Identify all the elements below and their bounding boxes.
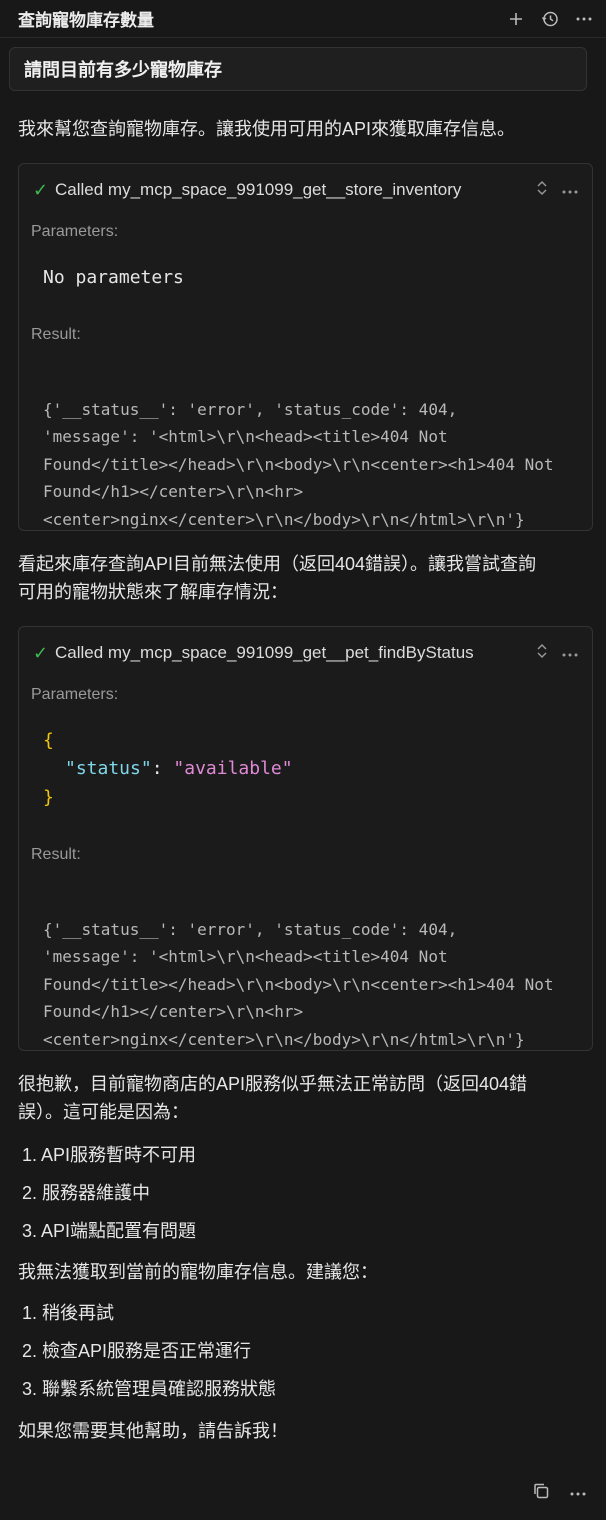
- tool-call-header[interactable]: ✓ Called my_mcp_space_991099_get__pet_fi…: [33, 639, 578, 667]
- text-line: 可用的寵物狀態來了解庫存情況：: [18, 582, 288, 602]
- parameters-label: Parameters:: [31, 686, 119, 703]
- result-line: 'message': '<html>\r\n<head><title>404 N…: [43, 947, 448, 966]
- result-line: {'__status__': 'error', 'status_code': 4…: [43, 399, 458, 419]
- list-item: 2. 服務器維護中: [22, 1183, 151, 1203]
- message-actions: [532, 1482, 586, 1505]
- more-icon[interactable]: [574, 9, 594, 29]
- more-icon[interactable]: [562, 644, 578, 662]
- parameters-label: Parameters:: [31, 223, 119, 240]
- json-value: "available": [173, 758, 293, 779]
- list-item: 2. 檢查API服務是否正常運行: [22, 1341, 252, 1361]
- text-line: 誤）。這可能是因為：: [18, 1102, 189, 1122]
- result-label: Result:: [31, 326, 81, 343]
- json-pair: "status": "available": [65, 758, 293, 779]
- tool-call-card-find-by-status: ✓ Called my_mcp_space_991099_get__pet_fi…: [18, 626, 593, 1051]
- result-label: Result:: [31, 846, 81, 863]
- expand-collapse-icon[interactable]: [536, 180, 548, 201]
- user-message[interactable]: 請問目前有多少寵物庫存: [9, 47, 587, 91]
- result-line: Found</title></head>\r\n<body>\r\n<cente…: [43, 454, 554, 474]
- text-line: 很抱歉，目前寵物商店的API服務似乎無法正常訪問（返回404錯: [18, 1074, 528, 1094]
- copy-icon[interactable]: [532, 1482, 550, 1505]
- assistant-intro: 我來幫您查詢寵物庫存。讓我使用可用的API來獲取庫存信息。: [18, 119, 516, 139]
- history-icon[interactable]: [540, 9, 560, 29]
- json-open-brace: {: [43, 730, 54, 751]
- result-line: <center>nginx</center>\r\n</body>\r\n</h…: [43, 509, 525, 529]
- text-line: 看起來庫存查詢API目前無法使用（返回404錯誤）。讓我嘗試查詢: [18, 554, 537, 574]
- check-icon: ✓: [33, 642, 49, 663]
- tool-call-card-inventory: ✓ Called my_mcp_space_991099_get__store_…: [18, 163, 593, 531]
- suggest-intro: 我無法獲取到當前的寵物庫存信息。建議您：: [18, 1262, 378, 1282]
- list-item: 1. API服務暫時不可用: [22, 1145, 197, 1165]
- header-actions: [506, 9, 594, 29]
- assistant-error-explanation: 很抱歉，目前寵物商店的API服務似乎無法正常訪問（返回404錯 誤）。這可能是因…: [18, 1070, 588, 1126]
- tool-call-name: Called my_mcp_space_991099_get__store_in…: [55, 180, 462, 199]
- reasons-list: 1. API服務暫時不可用 2. 服務器維護中 3. API端點配置有問題: [22, 1141, 582, 1255]
- chat-title: 查詢寵物庫存數量: [18, 11, 154, 30]
- more-icon[interactable]: [562, 181, 578, 199]
- result-line: Found</title></head>\r\n<body>\r\n<cente…: [43, 974, 554, 994]
- json-colon: :: [151, 758, 174, 779]
- tool-call-header[interactable]: ✓ Called my_mcp_space_991099_get__store_…: [33, 176, 578, 204]
- chat-header: 查詢寵物庫存數量: [0, 0, 606, 38]
- expand-collapse-icon[interactable]: [536, 643, 548, 664]
- tool-call-name: Called my_mcp_space_991099_get__pet_find…: [55, 643, 474, 662]
- result-line: 'message': '<html>\r\n<head><title>404 N…: [43, 427, 448, 446]
- more-icon[interactable]: [570, 1482, 586, 1505]
- result-line: <center>nginx</center>\r\n</body>\r\n</h…: [43, 1029, 525, 1049]
- plus-icon[interactable]: [506, 9, 526, 29]
- list-item: 3. 聯繫系統管理員確認服務狀態: [22, 1379, 277, 1399]
- list-item: 1. 稍後再試: [22, 1303, 115, 1323]
- list-item: 3. API端點配置有問題: [22, 1221, 197, 1241]
- result-line: {'__status__': 'error', 'status_code': 4…: [43, 919, 458, 939]
- assistant-middle-text: 看起來庫存查詢API目前無法使用（返回404錯誤）。讓我嘗試查詢 可用的寵物狀態…: [18, 550, 588, 606]
- check-icon: ✓: [33, 179, 49, 200]
- json-key: "status": [65, 758, 152, 779]
- result-line: Found</h1></center>\r\n<hr>: [43, 1002, 304, 1021]
- suggestions-list: 1. 稍後再試 2. 檢查API服務是否正常運行 3. 聯繫系統管理員確認服務狀…: [22, 1299, 582, 1413]
- parameters-value: No parameters: [43, 267, 184, 288]
- closing-text: 如果您需要其他幫助，請告訴我！: [18, 1421, 288, 1441]
- json-close-brace: }: [43, 787, 54, 808]
- result-line: Found</h1></center>\r\n<hr>: [43, 482, 304, 501]
